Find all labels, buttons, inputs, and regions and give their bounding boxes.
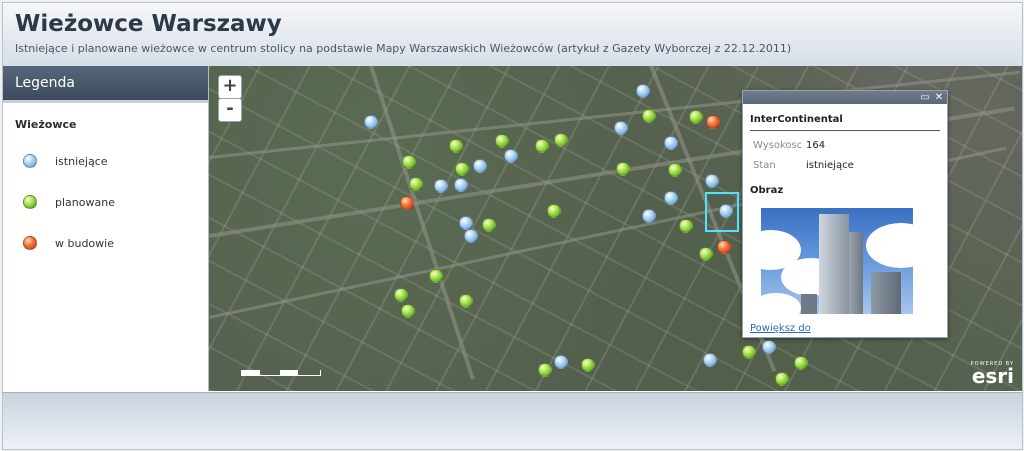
popup-image-label: Obraz [750, 185, 784, 196]
map-marker-existing[interactable] [459, 216, 473, 230]
map-marker-existing[interactable] [454, 178, 468, 192]
map-marker-planned[interactable] [402, 155, 416, 169]
attribute-key: Wysokosc [753, 140, 803, 151]
map-marker-planned[interactable] [401, 304, 415, 318]
map-marker-existing[interactable] [703, 353, 717, 367]
map-marker-planned[interactable] [794, 356, 808, 370]
map-marker-planned[interactable] [616, 162, 630, 176]
existing-marker-icon [23, 154, 37, 168]
planned-marker-icon [23, 195, 37, 209]
map-marker-planned[interactable] [482, 218, 496, 232]
maximize-icon[interactable]: ▭ [919, 91, 931, 104]
map-marker-existing[interactable] [762, 340, 776, 354]
map-marker-existing[interactable] [554, 355, 568, 369]
attribute-value: 164 [806, 140, 826, 151]
map-marker-under-construction[interactable] [706, 115, 720, 129]
legend-item-label: planowane [55, 195, 115, 209]
map-marker-planned[interactable] [642, 109, 656, 123]
legend-item-planned: planowane [23, 195, 115, 209]
legend-panel: Legenda Wieżowce istniejące planowane w … [3, 66, 209, 391]
zoom-out-button[interactable]: - [218, 98, 242, 122]
map-marker-under-construction[interactable] [717, 240, 731, 254]
map-marker-planned[interactable] [581, 358, 595, 372]
map-marker-planned[interactable] [554, 133, 568, 147]
legend-group-title: Wieżowce [15, 118, 77, 131]
app-title: Wieżowce Warszawy [15, 11, 282, 37]
map-marker-existing[interactable] [664, 136, 678, 150]
map-marker-planned[interactable] [742, 345, 756, 359]
map-marker-existing[interactable] [464, 229, 478, 243]
under-construction-marker-icon [23, 236, 37, 250]
map-view[interactable]: + - POWERED BY esri ▭ ✕ InterContinental… [209, 66, 1022, 391]
attribute-key: Stan [753, 160, 776, 171]
map-marker-under-construction[interactable] [400, 196, 414, 210]
popup-title: InterContinental [750, 114, 940, 131]
legend-item-label: istniejące [55, 154, 108, 168]
close-icon[interactable]: ✕ [933, 91, 945, 104]
map-marker-existing[interactable] [364, 115, 378, 129]
app-subtitle: Istniejące i planowane wieżowce w centru… [15, 42, 792, 55]
map-marker-planned[interactable] [495, 134, 509, 148]
map-marker-existing[interactable] [473, 159, 487, 173]
map-marker-existing[interactable] [504, 149, 518, 163]
map-marker-planned[interactable] [449, 139, 463, 153]
map-marker-planned[interactable] [455, 162, 469, 176]
map-marker-planned[interactable] [535, 139, 549, 153]
map-marker-existing[interactable] [642, 209, 656, 223]
app-footer [3, 392, 1022, 449]
popup-attribute-status: Stan istniejące [753, 160, 947, 171]
selected-feature-highlight [705, 192, 739, 232]
map-marker-existing[interactable] [614, 121, 628, 135]
map-marker-existing[interactable] [664, 191, 678, 205]
map-marker-planned[interactable] [459, 294, 473, 308]
map-marker-existing[interactable] [434, 179, 448, 193]
map-marker-planned[interactable] [547, 204, 561, 218]
zoom-in-button[interactable]: + [218, 75, 242, 99]
app-header: Wieżowce Warszawy Istniejące i planowane… [3, 3, 1022, 67]
map-marker-planned[interactable] [679, 219, 693, 233]
map-marker-planned[interactable] [538, 363, 552, 377]
map-marker-existing[interactable] [705, 174, 719, 188]
map-marker-planned[interactable] [689, 110, 703, 124]
map-marker-planned[interactable] [699, 247, 713, 261]
map-marker-planned[interactable] [668, 163, 682, 177]
map-marker-planned[interactable] [394, 288, 408, 302]
legend-title: Legenda [3, 66, 208, 103]
esri-attribution[interactable]: POWERED BY esri [971, 361, 1014, 388]
legend-item-existing: istniejące [23, 154, 108, 168]
popup-titlebar: ▭ ✕ [743, 91, 947, 104]
map-marker-planned[interactable] [429, 269, 443, 283]
legend-item-label: w budowie [55, 236, 114, 250]
info-popup: ▭ ✕ InterContinental Wysokosc 164 Stan i… [742, 90, 948, 338]
scale-bar [241, 370, 321, 376]
app-frame: Wieżowce Warszawy Istniejące i planowane… [2, 2, 1023, 450]
legend-item-under-construction: w budowie [23, 236, 114, 250]
building-photo[interactable] [761, 208, 913, 314]
map-marker-planned[interactable] [775, 372, 789, 386]
zoom-to-link[interactable]: Powiększ do [750, 323, 811, 334]
attribute-value: istniejące [806, 160, 854, 171]
map-marker-planned[interactable] [409, 177, 423, 191]
popup-attribute-height: Wysokosc 164 [753, 140, 947, 151]
esri-logo: esri [971, 364, 1014, 388]
map-marker-existing[interactable] [636, 84, 650, 98]
